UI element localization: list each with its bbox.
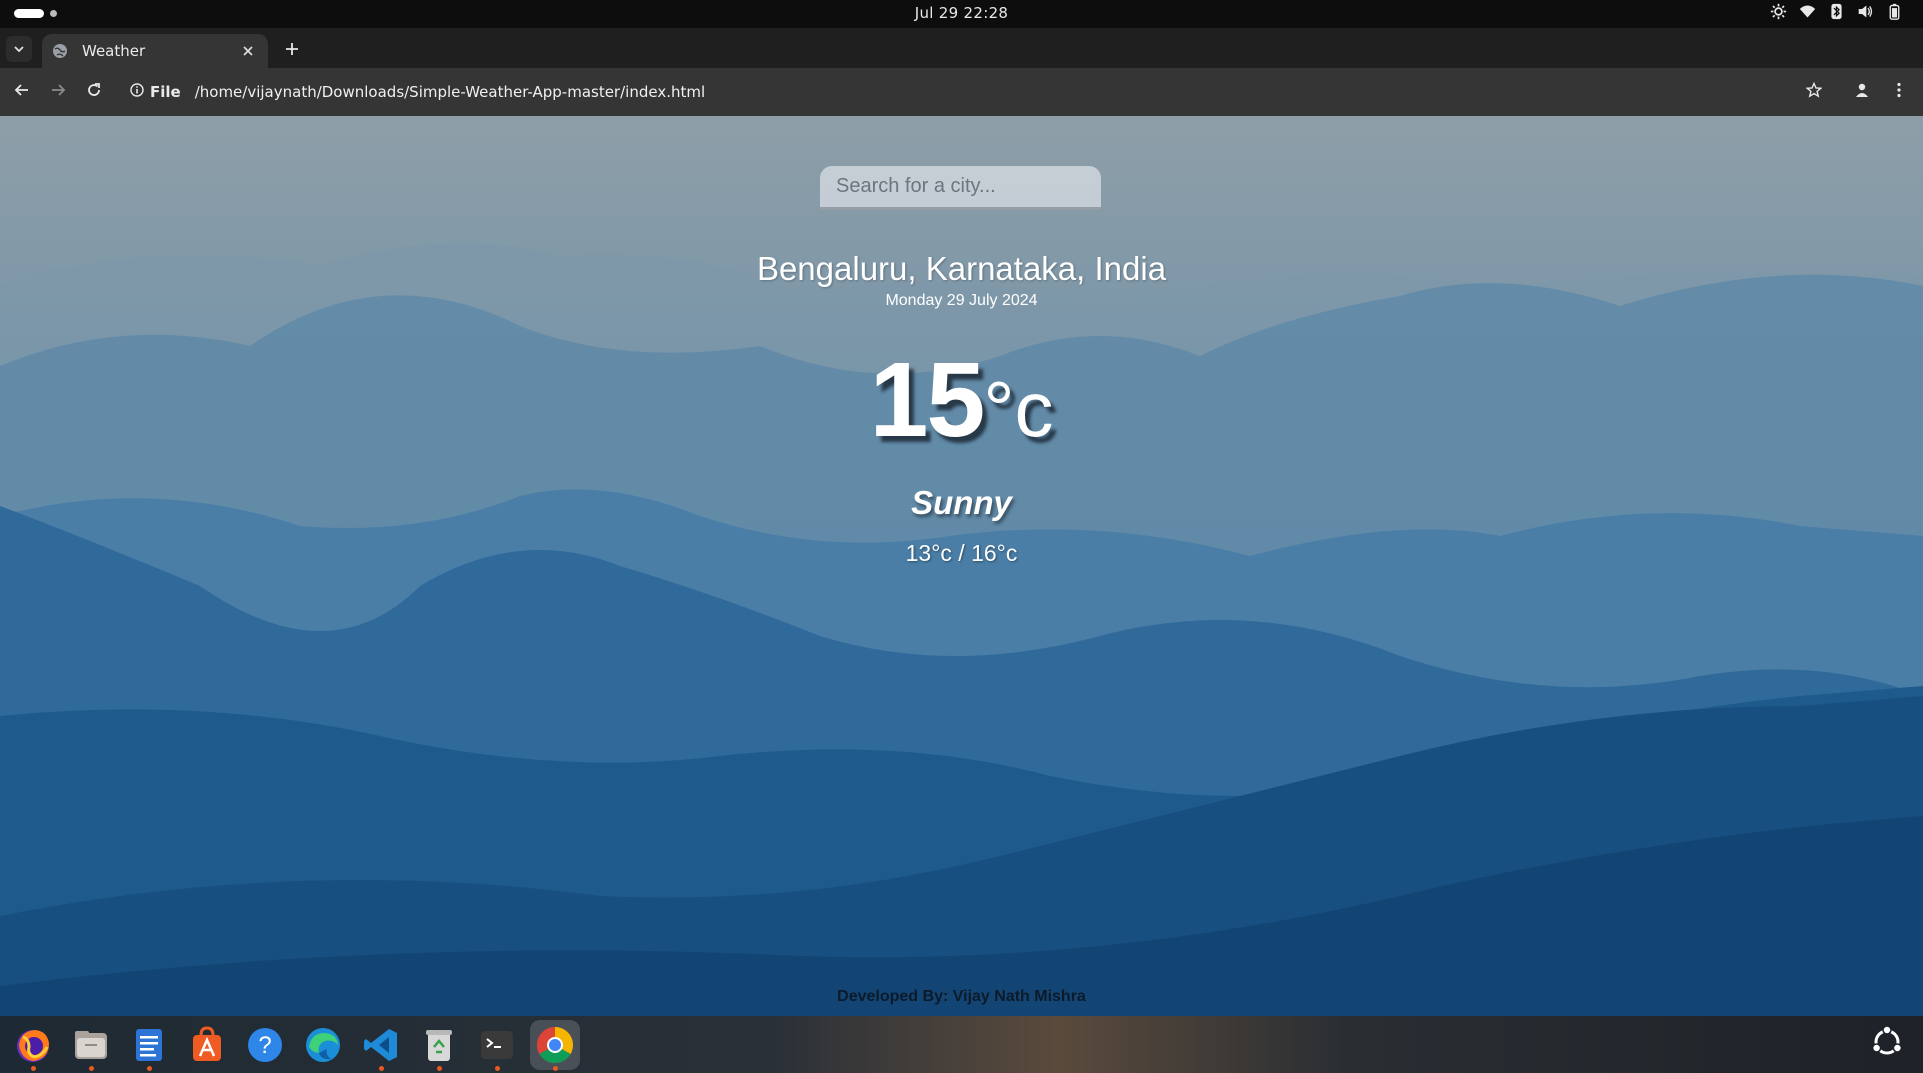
page-viewport: Bengaluru, Karnataka, India Monday 29 Ju… — [0, 116, 1923, 1016]
trash-icon — [419, 1025, 459, 1065]
arrow-right-icon — [50, 82, 66, 102]
firefox-icon — [13, 1025, 53, 1065]
browser-toolbar: File /home/vijaynath/Downloads/Simple-We… — [0, 68, 1923, 116]
system-clock[interactable]: Jul 29 22:28 — [0, 4, 1923, 22]
globe-icon — [52, 43, 68, 59]
developer-credit: Developed By: Vijay Nath Mishra — [837, 988, 1086, 1005]
dock-item-edge[interactable] — [298, 1020, 348, 1070]
wifi-icon — [1799, 3, 1816, 20]
files-icon — [71, 1025, 111, 1065]
brightness-icon — [1770, 3, 1787, 20]
system-top-bar: Jul 29 22:28 — [0, 0, 1923, 28]
dock-item-chrome[interactable] — [530, 1020, 580, 1071]
weather-condition: Sunny — [911, 484, 1012, 521]
system-tray[interactable] — [1770, 3, 1903, 20]
running-indicator — [553, 1066, 558, 1071]
search-bar — [820, 166, 1101, 210]
dock-item-app-center[interactable] — [182, 1020, 232, 1070]
ubuntu-dock: ? — [0, 1016, 1923, 1073]
menu-button[interactable] — [1887, 80, 1911, 104]
terminal-icon — [477, 1025, 517, 1065]
chrome-icon — [535, 1025, 575, 1065]
text-editor-icon — [129, 1025, 169, 1065]
info-icon — [130, 83, 144, 101]
dock-item-text-editor[interactable] — [124, 1020, 174, 1071]
forward-button[interactable] — [46, 80, 70, 104]
site-info-label: File — [150, 83, 181, 101]
url-text[interactable]: /home/vijaynath/Downloads/Simple-Weather… — [195, 83, 705, 101]
running-indicator — [495, 1066, 500, 1071]
dock-item-firefox[interactable] — [8, 1020, 58, 1071]
ubuntu-apps-icon — [1870, 1025, 1904, 1063]
app-center-icon — [187, 1025, 227, 1065]
chevron-down-icon — [13, 40, 25, 59]
city-search-input[interactable] — [820, 166, 1101, 210]
temperature-value: 15 — [869, 341, 985, 459]
dock-item-help[interactable]: ? — [240, 1020, 290, 1070]
new-tab-button[interactable] — [280, 38, 304, 62]
kebab-menu-icon — [1896, 82, 1902, 102]
bluetooth-icon — [1828, 3, 1845, 20]
running-indicator — [379, 1066, 384, 1071]
vscode-icon — [361, 1025, 401, 1065]
back-button[interactable] — [10, 80, 34, 104]
location-title: Bengaluru, Karnataka, India — [756, 250, 1167, 287]
dock-item-terminal[interactable] — [472, 1020, 522, 1071]
show-apps-button[interactable] — [1869, 1025, 1905, 1063]
running-indicator — [437, 1066, 442, 1071]
site-info-button[interactable]: File — [130, 83, 181, 101]
star-icon — [1805, 81, 1823, 102]
running-indicator — [89, 1066, 94, 1071]
person-icon — [1854, 82, 1870, 102]
temperature-unit: °c — [983, 365, 1054, 453]
reload-button[interactable] — [82, 80, 106, 104]
profile-button[interactable] — [1850, 80, 1874, 104]
dock-item-files[interactable] — [66, 1020, 116, 1071]
tab-weather[interactable]: Weather — [42, 34, 268, 68]
dock-item-trash[interactable] — [414, 1020, 464, 1071]
reload-icon — [86, 82, 102, 102]
close-icon[interactable] — [238, 41, 258, 61]
tab-title: Weather — [82, 42, 146, 60]
bookmark-button[interactable] — [1802, 80, 1826, 104]
address-bar[interactable]: File /home/vijaynath/Downloads/Simple-We… — [122, 75, 1822, 109]
min-max-temperature: 13°c / 16°c — [905, 540, 1018, 566]
help-icon: ? — [245, 1025, 285, 1065]
arrow-left-icon — [14, 82, 30, 102]
tab-search-button[interactable] — [6, 36, 32, 62]
current-temperature: 15°c — [0, 340, 1923, 461]
svg-text:?: ? — [258, 1032, 271, 1059]
plus-icon — [285, 41, 299, 60]
current-date: Monday 29 July 2024 — [885, 292, 1038, 309]
battery-icon — [1886, 3, 1903, 20]
dock-item-vscode[interactable] — [356, 1020, 406, 1071]
edge-icon — [303, 1025, 343, 1065]
running-indicator — [31, 1066, 36, 1071]
volume-icon — [1857, 3, 1874, 20]
running-indicator — [147, 1066, 152, 1071]
browser-tab-strip: Weather — [0, 28, 1923, 68]
